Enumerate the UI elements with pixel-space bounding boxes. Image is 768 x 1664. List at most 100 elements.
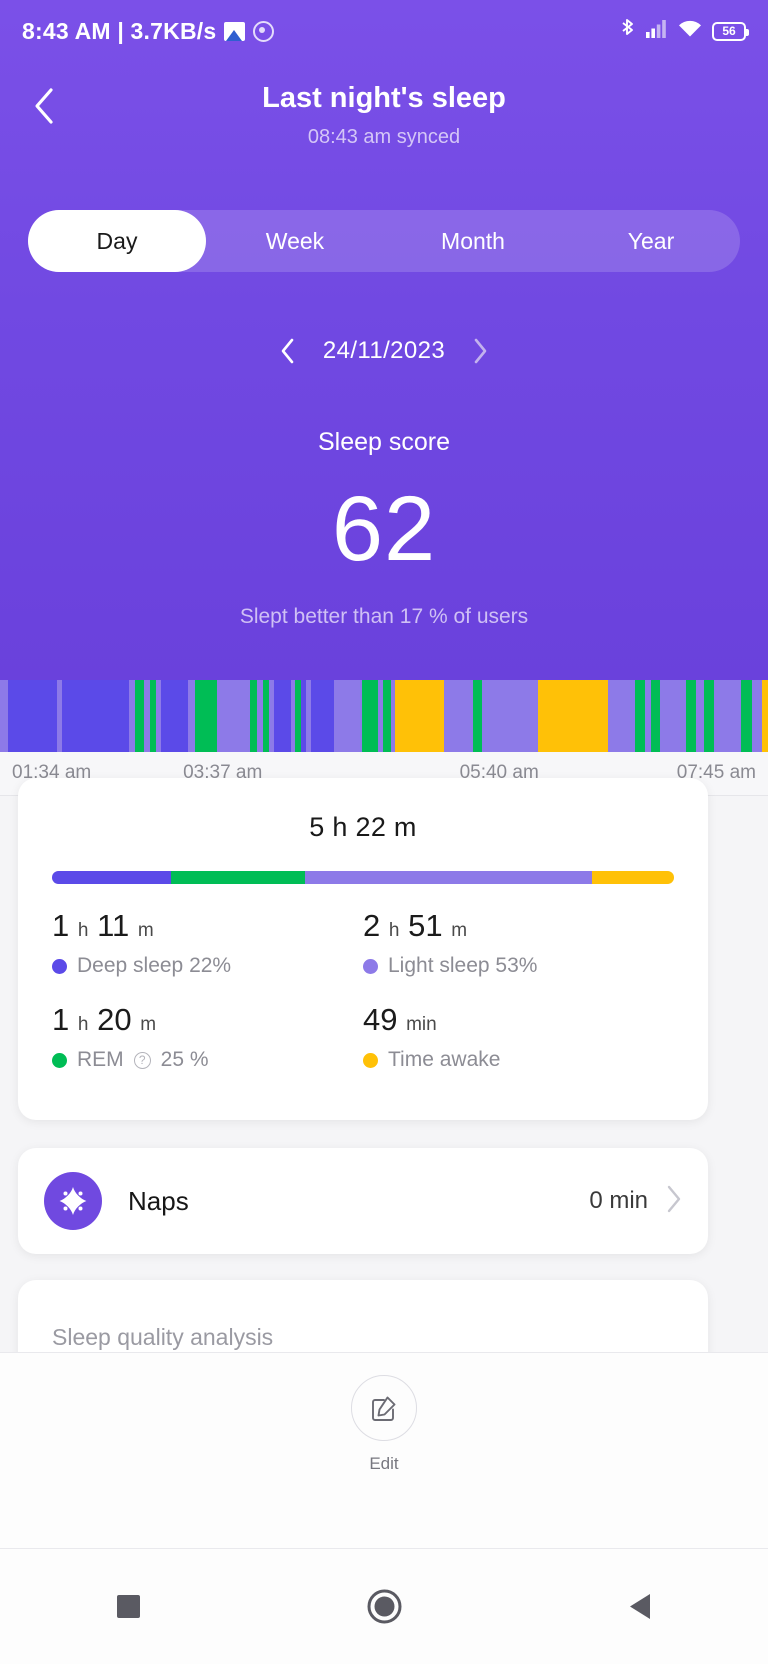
stat-minutes-unit: m [137,920,154,941]
hypnogram-segment [395,680,444,752]
sleep-summary-card: 5 h 22 m 1 h 11 m Deep sleep 22% 2 h 51 … [18,778,708,1120]
sync-status: 08:43 am synced [307,126,461,148]
stat-label-row: REM ? 25 % [52,1048,363,1072]
stat-hours-unit: h [77,920,89,941]
circle-home-icon[interactable] [339,1572,429,1642]
photo-icon [224,21,246,41]
edit-label: Edit [369,1454,399,1473]
android-navigation-bar [0,1548,768,1664]
rem-info-icon[interactable]: ? [133,1051,151,1069]
stat-hours: 1 [52,908,70,943]
stat-minutes: 20 [97,1002,132,1037]
naps-row[interactable]: Naps 0 min [18,1148,708,1254]
stat-value: 1 h 20 m [52,1004,363,1035]
hypnogram-segment [660,680,686,752]
date-navigator: 24/11/2023 [0,336,768,366]
stat-value: 49 min [363,1004,674,1035]
hypnogram-segment [762,680,768,752]
hypnogram-segment [62,680,130,752]
stacked-bar-segment [591,871,674,884]
prev-date-chevron-icon[interactable] [275,336,301,366]
hypnogram-segment [741,680,752,752]
current-date-label[interactable]: 24/11/2023 [323,337,445,365]
hypnogram-segment [713,680,742,752]
status-bar: 8:43 AM | 3.7KB/s 56 [0,0,768,62]
hypnogram-segment [361,680,379,752]
hypnogram-segment [0,680,9,752]
status-bar-left: 8:43 AM | 3.7KB/s [22,17,275,45]
legend-dot [363,1052,378,1068]
stat-hours-unit: h [77,1014,89,1035]
stat-hours: 1 [52,1002,70,1037]
stat-time-awake[interactable]: 49 min Time awake [363,1004,674,1072]
hypnogram-segment [538,680,608,752]
status-bar-right: 56 [619,18,749,45]
sleep-stages-hypnogram[interactable] [0,680,768,752]
battery-level: 56 [722,24,736,38]
stat-rem[interactable]: 1 h 20 m REM ? 25 % [52,1004,363,1072]
hypnogram-segment [311,680,335,752]
hypnogram-segment [696,680,705,752]
hypnogram-segment [650,680,661,752]
hypnogram-segment [216,680,251,752]
sleep-stats-grid: 1 h 11 m Deep sleep 22% 2 h 51 m Light s… [52,910,674,1098]
stat-minutes-unit: m [451,920,468,941]
naps-chevron-right-icon[interactable] [666,1185,682,1218]
tab-year[interactable]: Year [562,210,740,272]
stat-value: 1 h 11 m [52,910,363,941]
stat-label-row: Light sleep 53% [363,954,674,978]
stat-minutes-unit: m [140,1014,157,1035]
legend-dot [52,1052,67,1068]
stat-hours: 2 [363,908,381,943]
hypnogram-segment [8,680,57,752]
hypnogram-segment [274,680,292,752]
hypnogram-segment [685,680,697,752]
tab-month[interactable]: Month [384,210,562,272]
hypnogram-segment [607,680,636,752]
back-chevron-icon[interactable] [22,84,66,128]
tab-day[interactable]: Day [28,210,206,272]
stat-label: Time awake [388,1048,501,1071]
stat-value: 2 h 51 m [363,910,674,941]
naps-value: 0 min [589,1187,648,1214]
stat-minutes: 51 [408,908,443,943]
wifi-icon [678,19,702,43]
naps-card[interactable]: Naps 0 min [18,1148,708,1254]
analysis-title: Sleep quality analysis [52,1324,274,1350]
stacked-bar-segment [52,871,172,884]
sleep-score-value: 62 [331,478,437,580]
tab-week[interactable]: Week [206,210,384,272]
sparkle-icon [44,1172,102,1230]
hypnogram-segment [751,680,763,752]
stat-label: Light sleep 53% [388,954,538,977]
stat-light-sleep[interactable]: 2 h 51 m Light sleep 53% [363,910,674,978]
edit-pencil-square-icon[interactable] [351,1375,417,1441]
hypnogram-segment [443,680,474,752]
hypnogram-segment [635,680,645,752]
hypnogram-segment [481,680,539,752]
stat-label: REM [77,1048,124,1071]
stacked-bar-segment [171,871,306,884]
sleep-stage-stacked-bar [52,871,674,884]
hypnogram-segment [134,680,145,752]
stat-deep-sleep[interactable]: 1 h 11 m Deep sleep 22% [52,910,363,978]
hypnogram-segment [473,680,482,752]
hypnogram-segment [194,680,217,752]
hypnogram-segment [334,680,362,752]
square-recents-icon[interactable] [83,1572,173,1642]
period-tabs: Day Week Month Year [28,210,740,272]
naps-label: Naps [128,1185,189,1216]
bluetooth-icon [619,18,636,45]
triangle-back-icon[interactable] [595,1572,685,1642]
battery-icon: 56 [712,21,749,41]
hypnogram-segment [704,680,714,752]
stat-label-row: Deep sleep 22% [52,954,363,978]
edit-button[interactable]: Edit [0,1353,768,1474]
sleep-score-subtitle: Slept better than 17 % of users [239,605,529,628]
status-bar-time: 8:43 AM | 3.7KB/s [22,17,217,44]
bottom-action-sheet: Edit [0,1352,768,1548]
hypnogram-segment [160,680,189,752]
next-date-chevron-icon[interactable] [467,336,493,366]
page-title: Last night's sleep [262,82,506,114]
cellular-signal-icon [646,19,668,43]
